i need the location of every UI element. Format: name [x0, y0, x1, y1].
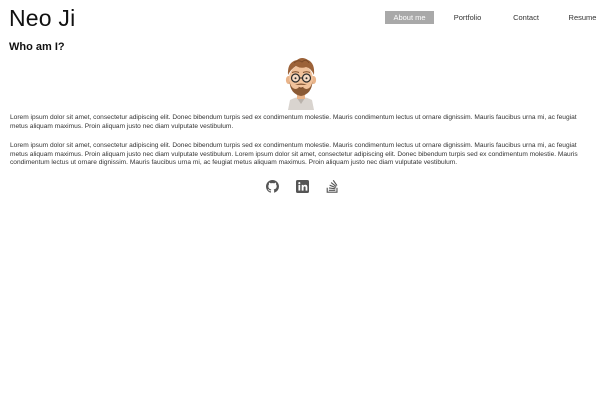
nav-item-resume[interactable]: Resume: [559, 11, 600, 24]
nav-item-portfolio[interactable]: Portfolio: [437, 11, 498, 24]
site-header: Neo Ji About me Portfolio Contact Resume: [0, 0, 600, 36]
site-title[interactable]: Neo Ji: [9, 4, 75, 32]
github-icon[interactable]: [266, 180, 279, 193]
about-paragraph-2: Lorem ipsum dolor sit amet, consectetur …: [10, 142, 578, 167]
about-paragraph-1: Lorem ipsum dolor sit amet, consectetur …: [10, 114, 577, 130]
stackoverflow-icon[interactable]: [326, 180, 339, 193]
social-links: [266, 180, 339, 193]
cartoon-avatar-icon: [285, 58, 317, 110]
linkedin-icon[interactable]: [296, 180, 309, 193]
nav-item-contact[interactable]: Contact: [498, 11, 554, 24]
avatar: [282, 56, 320, 110]
section-heading: Who am I?: [9, 41, 65, 53]
nav-item-about-me[interactable]: About me: [385, 11, 434, 24]
main-nav: About me Portfolio Contact Resume: [385, 11, 600, 24]
